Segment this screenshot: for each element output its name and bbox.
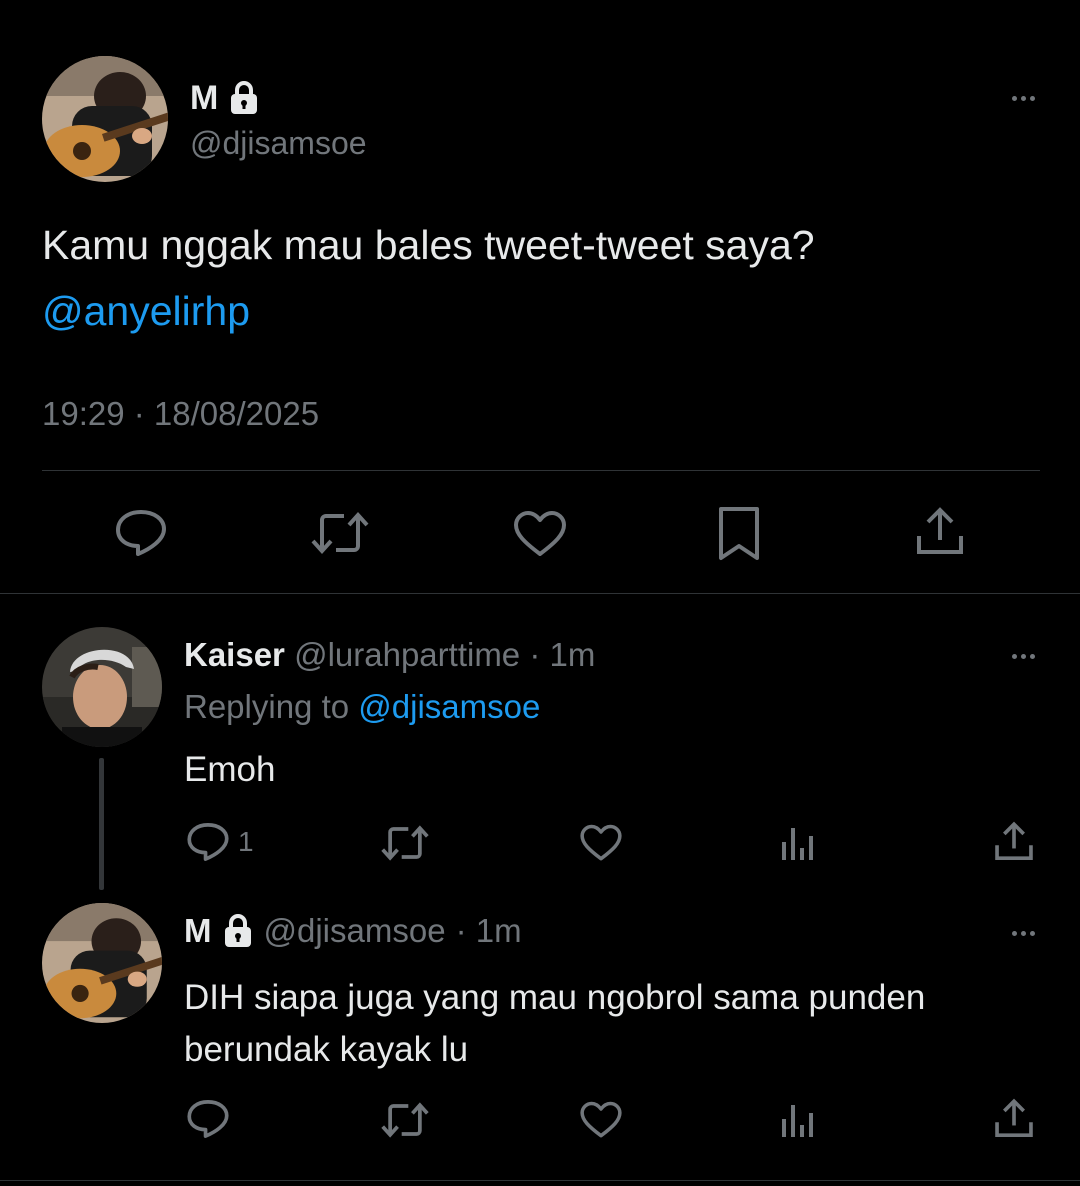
reply-button[interactable]: [186, 1098, 230, 1145]
reply-text-line-1: DIH siapa juga yang mau ngobrol sama pun…: [184, 978, 926, 1017]
bookmark-button[interactable]: [716, 506, 762, 567]
views-button[interactable]: [779, 1101, 817, 1144]
retweet-icon: [311, 512, 369, 554]
reply-icon: [187, 1100, 229, 1138]
reply-button[interactable]: 1: [186, 821, 254, 863]
reply-header: Kaiser @lurahparttime · 1m: [184, 636, 595, 674]
share-button[interactable]: [993, 821, 1035, 868]
retweet-button[interactable]: [380, 824, 430, 867]
reply-icon: [116, 510, 166, 556]
reply-header: M @djisamsoe · 1m: [184, 912, 522, 950]
retweet-button[interactable]: [310, 510, 370, 561]
bottom-divider: [0, 1180, 1080, 1181]
section-divider: [0, 593, 1080, 594]
author-display-name[interactable]: M: [190, 79, 218, 118]
replying-to-handle[interactable]: @djisamsoe: [358, 688, 540, 725]
author-handle[interactable]: @djisamsoe: [190, 125, 367, 162]
share-icon: [995, 1098, 1033, 1137]
divider: [42, 470, 1040, 471]
reply-handle[interactable]: @lurahparttime: [294, 636, 520, 673]
more-options-icon[interactable]: [1003, 923, 1043, 943]
reply-display-name[interactable]: Kaiser: [184, 636, 285, 673]
more-options-icon[interactable]: [1003, 88, 1043, 108]
like-icon: [580, 1101, 622, 1138]
retweet-button[interactable]: [380, 1101, 430, 1144]
avatar-kaiser[interactable]: [42, 627, 162, 747]
like-icon: [514, 511, 566, 556]
replying-to: Replying to @djisamsoe: [184, 688, 540, 726]
author-name-row: M: [190, 78, 260, 118]
reply-handle[interactable]: @djisamsoe: [264, 912, 446, 950]
share-icon: [995, 821, 1033, 860]
like-button[interactable]: [579, 1101, 623, 1144]
more-options-icon[interactable]: [1003, 646, 1043, 666]
tweet-timestamp[interactable]: 19:29 · 18/08/2025: [42, 395, 319, 433]
mention-link[interactable]: @anyelirhp: [42, 288, 250, 335]
reply-button[interactable]: [114, 508, 168, 563]
lock-icon: [228, 80, 260, 116]
reply-count: 1: [238, 826, 254, 857]
like-icon: [580, 824, 622, 861]
reply-time[interactable]: · 1m: [456, 912, 522, 950]
avatar-m[interactable]: [42, 903, 162, 1023]
share-icon: [917, 507, 963, 554]
replying-to-label: Replying to: [184, 688, 350, 725]
views-icon: [782, 1105, 813, 1137]
retweet-icon: [381, 1102, 429, 1138]
bookmark-icon: [719, 507, 759, 560]
retweet-icon: [381, 825, 429, 861]
views-icon: [782, 828, 813, 860]
reply-time[interactable]: · 1m: [529, 636, 595, 673]
lock-icon: [222, 913, 254, 949]
share-button[interactable]: [993, 1098, 1035, 1145]
reply-display-name[interactable]: M: [184, 912, 212, 950]
like-button[interactable]: [579, 824, 623, 867]
like-button[interactable]: [512, 510, 568, 563]
reply-text-line-2: berundak kayak lu: [184, 1030, 469, 1069]
thread-line: [99, 758, 104, 890]
tweet-text: Kamu nggak mau bales tweet-tweet saya?: [42, 222, 815, 268]
reply-text: Emoh: [184, 750, 276, 789]
avatar-m[interactable]: [42, 56, 168, 182]
views-button[interactable]: [779, 824, 817, 867]
share-button[interactable]: [914, 506, 966, 563]
reply-icon: [187, 823, 229, 861]
